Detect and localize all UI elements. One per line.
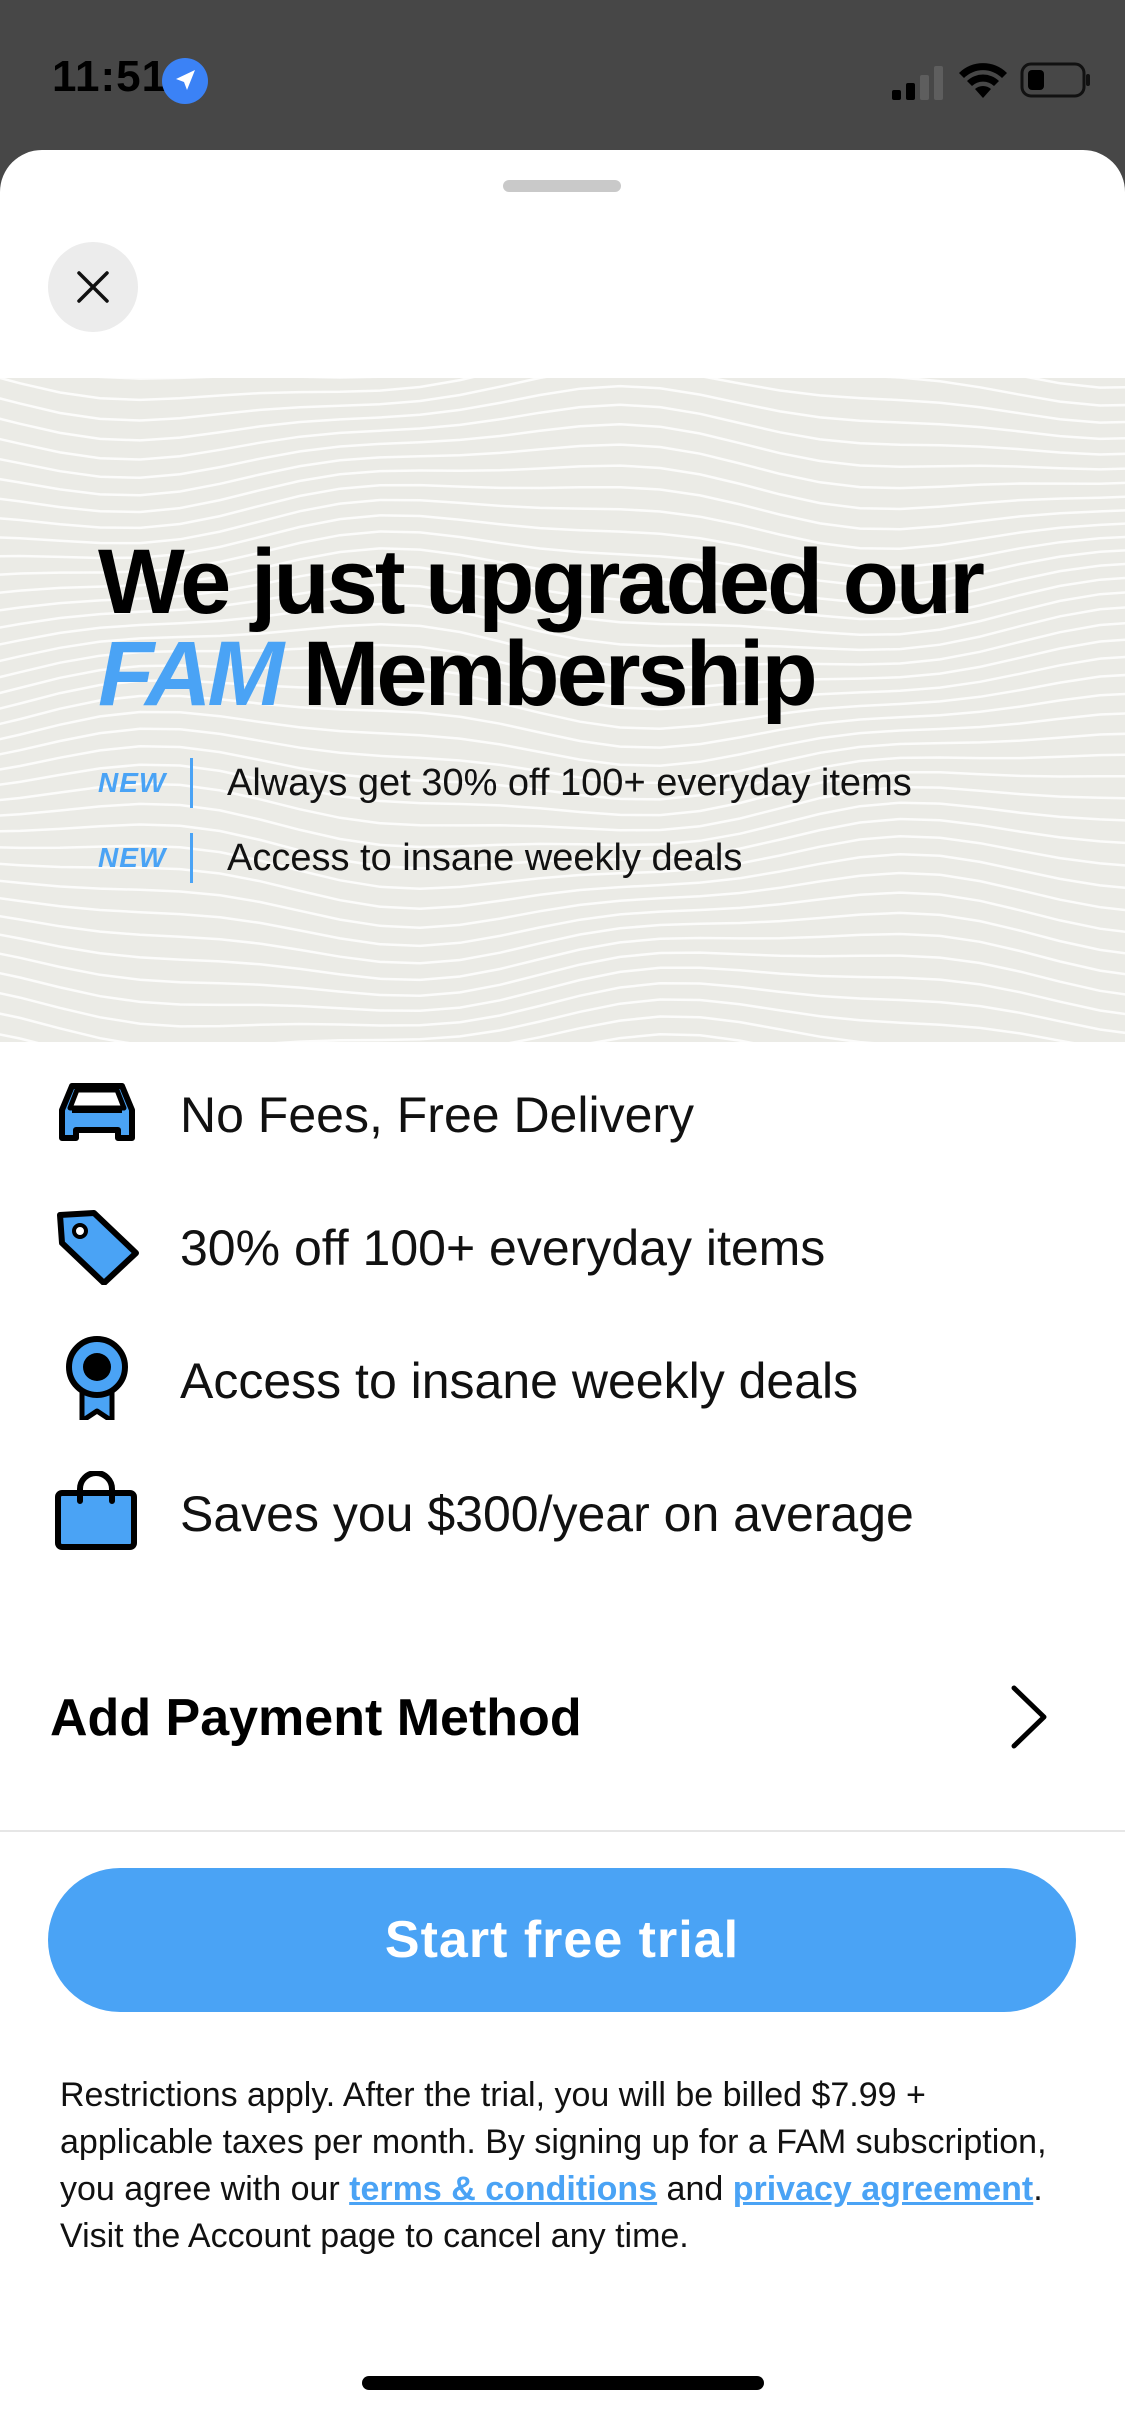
hero-feature-1: NEW Always get 30% off 100+ everyday ite… (98, 758, 912, 808)
status-bar: 11:51 (0, 0, 1125, 150)
chevron-right-icon (1011, 1685, 1047, 1749)
benefit-savings: Saves you $300/year on average (0, 1461, 1125, 1561)
wifi-icon (959, 63, 1007, 98)
new-tag: NEW (98, 767, 167, 798)
status-time: 11:51 (52, 52, 168, 101)
benefit-text: No Fees, Free Delivery (180, 1087, 695, 1143)
wave-line (0, 951, 1125, 997)
battery-icon (1020, 62, 1090, 98)
tag-icon (57, 1210, 139, 1285)
close-button[interactable] (48, 242, 138, 332)
new-tag: NEW (98, 842, 167, 873)
benefit-discount: 30% off 100+ everyday items (0, 1195, 1125, 1295)
membership-sheet: We just upgraded our FAM Membership NEW … (0, 150, 1125, 2436)
hero-title-line2: Membership (302, 623, 818, 725)
wave-line (0, 966, 1125, 1016)
wave-line (0, 1015, 874, 1042)
hero-banner: We just upgraded our FAM Membership NEW … (0, 378, 1125, 1042)
start-free-trial-button[interactable]: Start free trial (48, 1868, 1076, 2012)
sheet-grabber[interactable] (503, 180, 621, 192)
legal-text-part2: and (657, 2170, 733, 2208)
benefit-weekly-deals: Access to insane weekly deals (0, 1328, 1125, 1428)
benefit-no-fees: No Fees, Free Delivery (0, 1062, 1125, 1162)
legal-disclaimer: Restrictions apply. After the trial, you… (60, 2072, 1070, 2260)
award-ribbon-icon (66, 1336, 128, 1420)
home-indicator[interactable] (362, 2376, 764, 2390)
car-icon (59, 1083, 135, 1141)
wave-line (0, 403, 1125, 461)
privacy-agreement-link[interactable]: privacy agreement (733, 2170, 1034, 2208)
wave-line (0, 423, 1125, 480)
add-payment-method-row[interactable]: Add Payment Method (0, 1650, 1125, 1780)
benefit-text: 30% off 100+ everyday items (180, 1220, 826, 1276)
shopping-bag-icon (55, 1471, 137, 1550)
hero-title: We just upgraded our FAM Membership (98, 536, 1078, 720)
wave-line (0, 384, 1125, 442)
location-arrow-icon (162, 58, 208, 104)
hero-feature-text: Always get 30% off 100+ everyday items (227, 761, 912, 804)
close-icon (77, 271, 109, 303)
hero-title-line1: We just upgraded our (98, 531, 985, 633)
fam-wordmark: FAM (98, 623, 284, 725)
feature-separator (190, 833, 193, 883)
benefit-text: Access to insane weekly deals (180, 1353, 859, 1409)
add-payment-method-label: Add Payment Method (50, 1689, 582, 1747)
cellular-signal-icon (892, 66, 943, 100)
hero-feature-2: NEW Access to insane weekly deals (98, 833, 742, 883)
wave-line (590, 1033, 754, 1042)
section-divider (0, 1830, 1125, 1832)
hero-feature-text: Access to insane weekly deals (227, 836, 743, 879)
feature-separator (190, 758, 193, 808)
terms-conditions-link[interactable]: terms & conditions (349, 2170, 657, 2208)
benefit-text: Saves you $300/year on average (180, 1486, 914, 1542)
wave-line (0, 998, 1075, 1042)
